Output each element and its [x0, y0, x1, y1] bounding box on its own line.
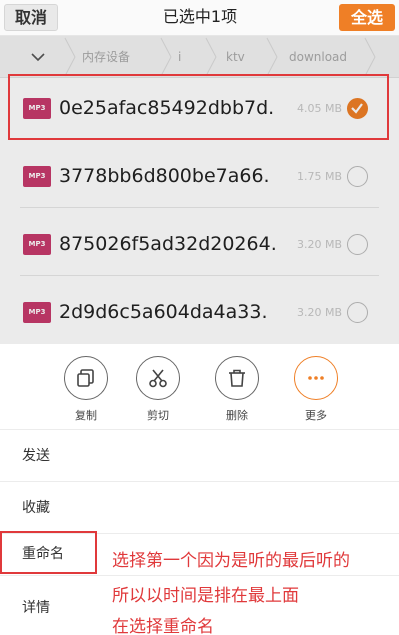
cancel-button[interactable]: 取消: [4, 4, 58, 31]
breadcrumb-item-ktv[interactable]: ktv: [226, 36, 245, 78]
top-bar: 取消 已选中1项 全选: [0, 0, 399, 36]
file-row[interactable]: MP3 3778bb6d800be7a66. 1.75 MB: [0, 146, 399, 208]
annotation-text-line3: 在选择重命名: [112, 617, 214, 635]
file-name: 3778bb6d800be7a66.: [59, 165, 270, 187]
file-size: 3.20 MB: [297, 306, 343, 319]
breadcrumb-item-storage[interactable]: 内存设备: [82, 36, 130, 78]
copy-icon: [77, 369, 94, 387]
breadcrumb-item-i[interactable]: i: [178, 36, 181, 78]
checkbox[interactable]: [347, 234, 368, 255]
checkbox[interactable]: [347, 302, 368, 323]
mp3-file-icon: MP3: [23, 166, 51, 187]
scissors-icon: [149, 369, 167, 388]
annotation-highlight-file: [8, 74, 389, 140]
menu-item-send[interactable]: 发送: [0, 430, 399, 482]
file-row[interactable]: MP3 875026f5ad32d20264. 3.20 MB: [0, 214, 399, 276]
file-size: 3.20 MB: [297, 238, 343, 251]
more-icon: [308, 376, 324, 380]
select-all-button[interactable]: 全选: [339, 4, 395, 31]
mp3-file-icon: MP3: [23, 234, 51, 255]
menu-item-favorite[interactable]: 收藏: [0, 482, 399, 534]
mp3-file-icon: MP3: [23, 302, 51, 323]
row-divider: [20, 275, 379, 276]
delete-label: 删除: [226, 409, 248, 422]
breadcrumb-separator: [266, 37, 278, 77]
menu-item-label: 详情: [22, 600, 50, 616]
menu-item-label: 收藏: [22, 500, 50, 516]
checkbox[interactable]: [347, 166, 368, 187]
action-bar: 复制 剪切 删除 更多: [0, 344, 399, 430]
menu-divider: [0, 575, 399, 576]
breadcrumb-separator: [205, 37, 217, 77]
menu-item-label: 发送: [22, 448, 50, 464]
copy-label: 复制: [75, 409, 97, 422]
annotation-text-line1: 选择第一个因为是听的最后听的: [112, 551, 350, 571]
file-size: 1.75 MB: [297, 170, 343, 183]
breadcrumb-separator: [364, 37, 376, 77]
selection-title: 已选中1项: [162, 7, 238, 26]
file-name: 875026f5ad32d20264.: [59, 233, 277, 255]
cut-label: 剪切: [147, 409, 169, 422]
breadcrumb-item-download[interactable]: download: [289, 36, 347, 78]
annotation-text-line2: 所以以时间是排在最上面: [112, 586, 299, 606]
breadcrumb-separator: [160, 37, 172, 77]
chevron-down-icon[interactable]: [30, 36, 50, 78]
copy-button[interactable]: 复制: [56, 356, 116, 426]
file-name: 2d9d6c5a604da4a33.: [59, 301, 268, 323]
cut-button[interactable]: 剪切: [128, 356, 188, 426]
more-button[interactable]: 更多: [286, 356, 346, 426]
more-label: 更多: [305, 409, 327, 422]
row-divider: [20, 207, 379, 208]
file-row[interactable]: MP3 2d9d6c5a604da4a33. 3.20 MB: [0, 282, 399, 344]
trash-icon: [229, 369, 245, 387]
delete-button[interactable]: 删除: [207, 356, 267, 426]
breadcrumb: 内存设备 i ktv download: [0, 36, 399, 78]
annotation-highlight-rename: [0, 531, 97, 574]
breadcrumb-separator: [64, 37, 76, 77]
